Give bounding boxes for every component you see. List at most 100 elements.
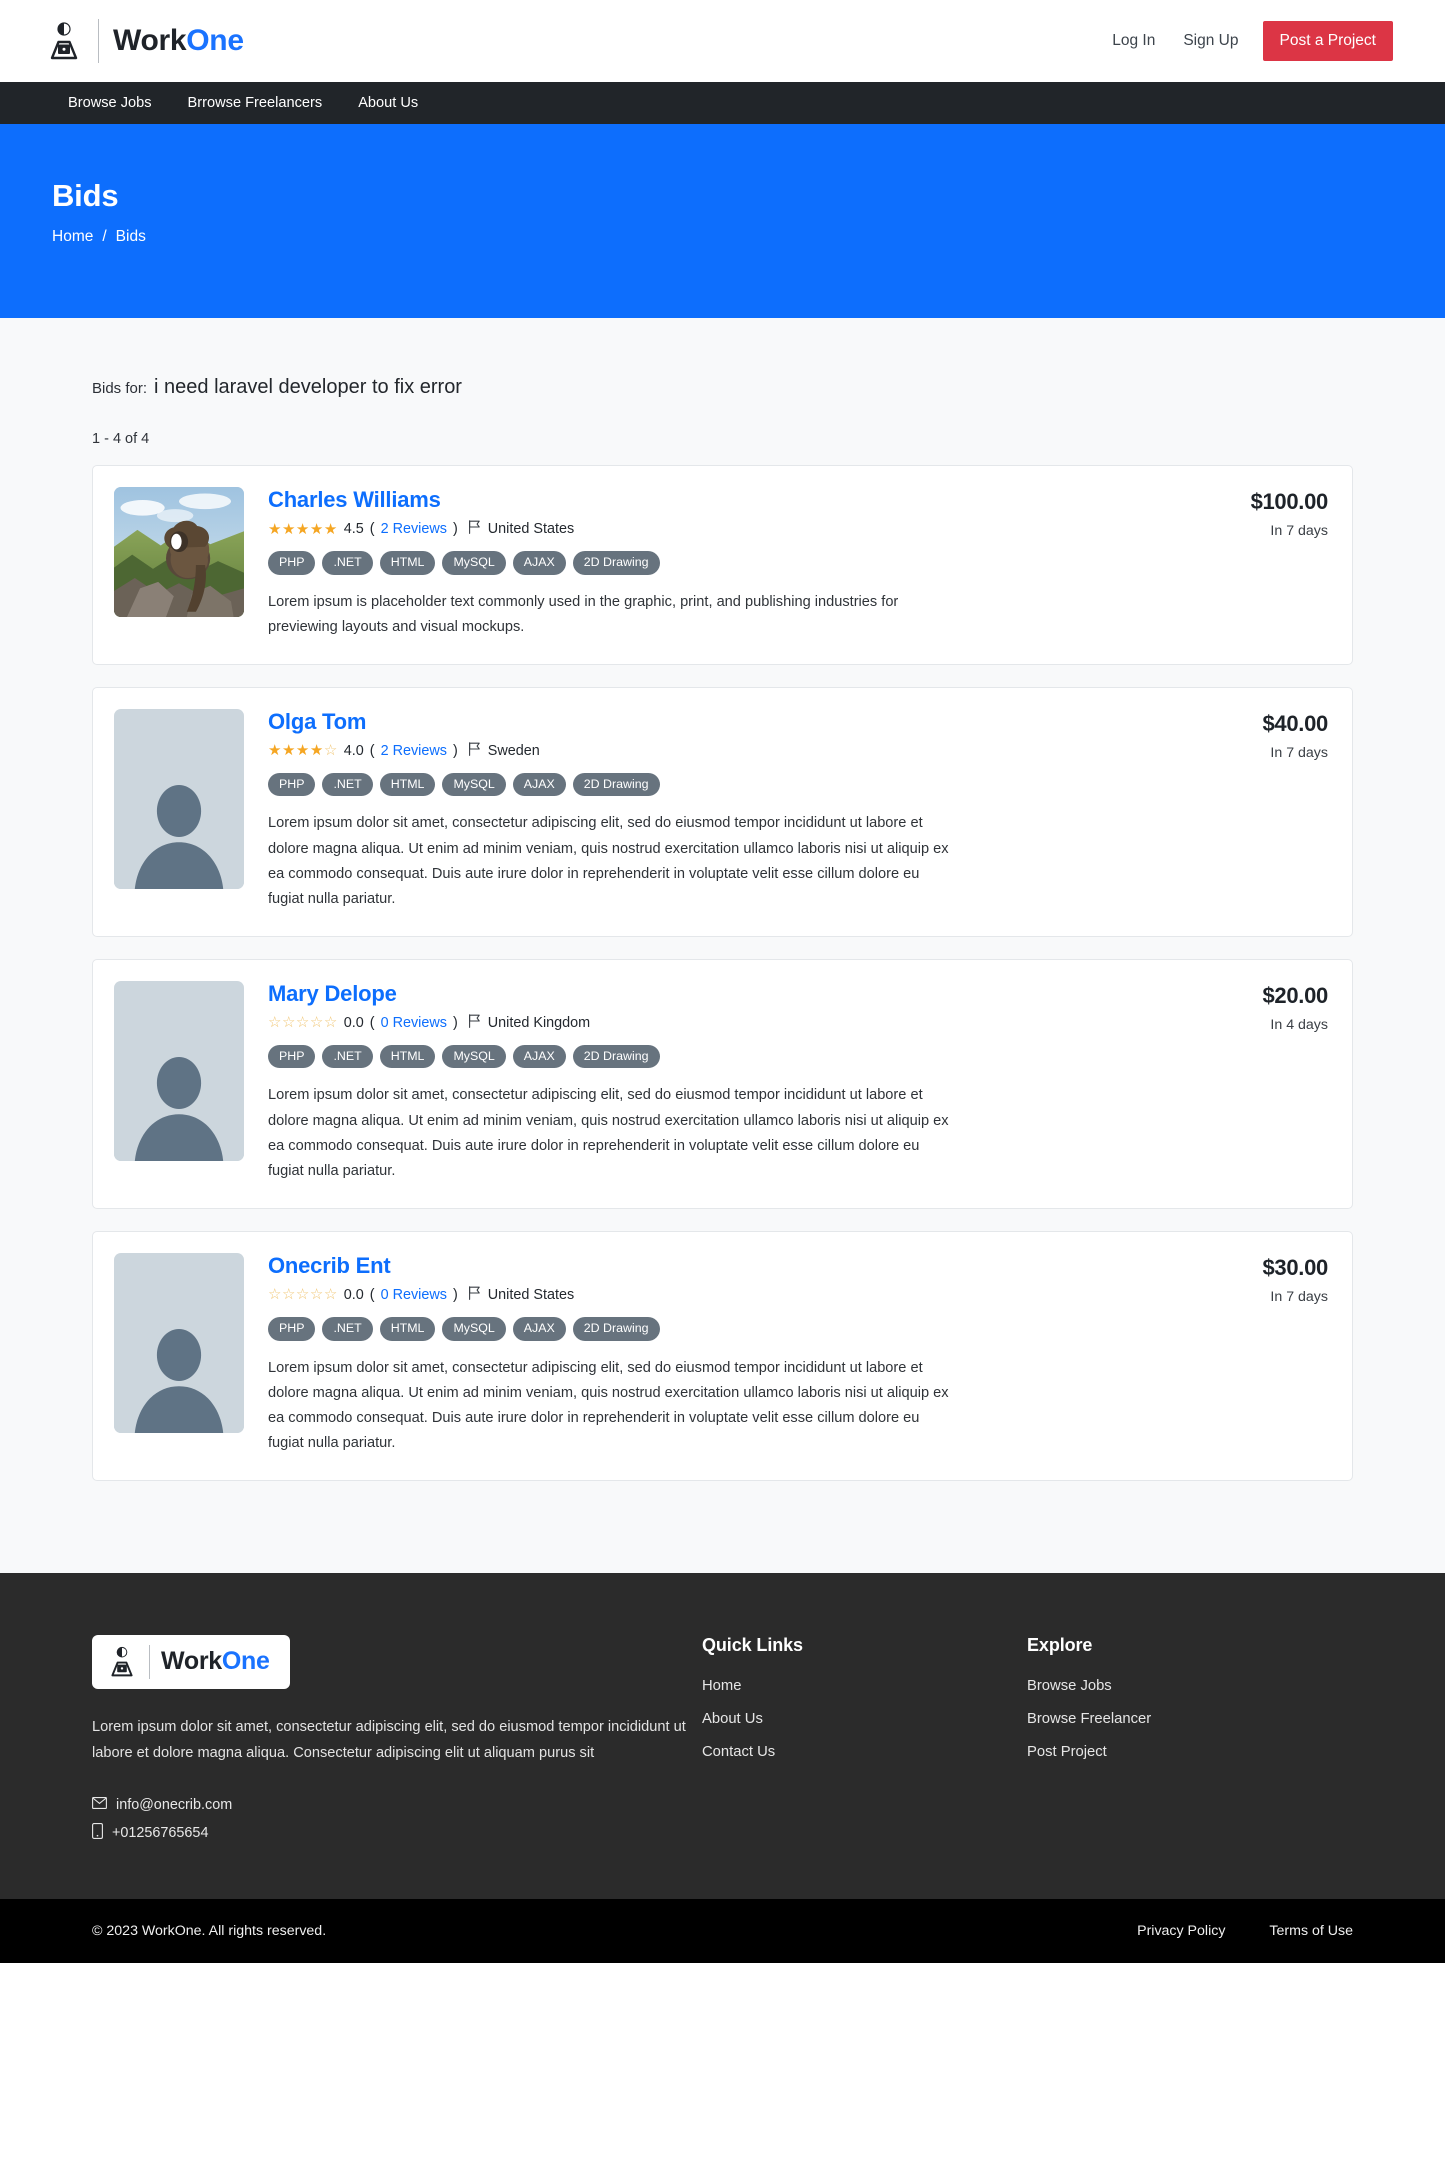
bid-delivery-time: In 7 days	[1270, 744, 1328, 761]
reviews-open-paren: (	[369, 1014, 375, 1031]
reviews-link[interactable]: 2 Reviews	[381, 743, 447, 759]
footer-email-line[interactable]: info@onecrib.com	[92, 1797, 702, 1813]
skill-tag[interactable]: MySQL	[442, 1044, 506, 1069]
skill-tag[interactable]: MySQL	[442, 772, 506, 797]
bid-price-block: $40.00 In 7 days	[1208, 709, 1329, 912]
skill-tag[interactable]: HTML	[379, 772, 436, 797]
flag-icon	[468, 1286, 481, 1304]
site-footer: WorkOne Lorem ipsum dolor sit amet, cons…	[0, 1572, 1445, 1899]
skill-tag[interactable]: .NET	[322, 1044, 373, 1069]
skill-tag[interactable]: 2D Drawing	[572, 1316, 660, 1341]
skill-tag[interactable]: PHP	[268, 772, 316, 797]
bid-card-body: Onecrib Ent ☆☆☆☆☆ 0.0 (0 Reviews) United…	[268, 1253, 1184, 1456]
footer-link-post-project[interactable]: Post Project	[1027, 1744, 1352, 1760]
skill-tag[interactable]: PHP	[268, 1316, 316, 1341]
bid-list: Charles Williams ★★★★★ 4.5 (2 Reviews) U…	[92, 465, 1353, 1481]
avatar-placeholder[interactable]	[114, 1252, 244, 1433]
skill-tag[interactable]: AJAX	[512, 551, 566, 575]
footer-heading-explore: Explore	[1027, 1634, 1093, 1655]
page-title: Bids	[52, 178, 119, 213]
reviews-close-paren: )	[452, 1286, 458, 1303]
bid-card-body: Olga Tom ★★★★☆ 4.0 (2 Reviews) Sweden PH…	[268, 709, 1184, 912]
rating-stars: ★★★★★	[268, 520, 338, 538]
rating-stars: ★★★★☆	[268, 742, 338, 760]
bid-card: Onecrib Ent ☆☆☆☆☆ 0.0 (0 Reviews) United…	[92, 1230, 1353, 1481]
footer-brand-column: WorkOne Lorem ipsum dolor sit amet, cons…	[92, 1634, 702, 1853]
avatar-placeholder[interactable]	[114, 708, 244, 889]
skill-tag[interactable]: PHP	[268, 1044, 316, 1069]
bid-description: Lorem ipsum dolor sit amet, consectetur …	[268, 1087, 949, 1179]
login-link[interactable]: Log In	[1098, 22, 1169, 60]
breadcrumb-home[interactable]: Home	[52, 228, 93, 246]
footer-link-browse-freelancer[interactable]: Browse Freelancer	[1027, 1711, 1352, 1727]
reviews-close-paren: )	[452, 1014, 458, 1031]
skill-tag[interactable]: MySQL	[442, 1316, 506, 1341]
bid-description: Lorem ipsum is placeholder text commonly…	[268, 593, 899, 635]
brand-text: WorkOne	[113, 26, 244, 56]
skill-tag[interactable]: 2D Drawing	[572, 551, 660, 575]
bid-amount: $30.00	[1262, 1254, 1329, 1280]
footer-link-about-us[interactable]: About Us	[702, 1711, 1027, 1727]
skill-tag-list: PHP .NET HTML MySQL AJAX 2D Drawing	[268, 1316, 1184, 1341]
freelancer-name-link[interactable]: Mary Delope	[268, 981, 397, 1007]
skill-tag[interactable]: MySQL	[442, 551, 506, 575]
footer-brand-text: WorkOne	[161, 1649, 270, 1674]
footer-brand-text-one: One	[221, 1647, 270, 1676]
brand-text-one: One	[186, 24, 244, 57]
reviews-link[interactable]: 0 Reviews	[381, 1015, 447, 1031]
avatar-placeholder[interactable]	[114, 980, 244, 1161]
brand-divider	[149, 1644, 150, 1679]
terms-of-use-link[interactable]: Terms of Use	[1269, 1923, 1353, 1939]
header-actions: Log In Sign Up Post a Project	[1098, 21, 1393, 61]
skill-tag[interactable]: AJAX	[512, 1044, 566, 1069]
bid-card: Mary Delope ☆☆☆☆☆ 0.0 (0 Reviews) United…	[92, 958, 1353, 1209]
signup-link[interactable]: Sign Up	[1169, 22, 1252, 60]
bid-card-body: Charles Williams ★★★★★ 4.5 (2 Reviews) U…	[268, 487, 1184, 640]
skill-tag[interactable]: .NET	[322, 772, 373, 797]
post-a-project-button[interactable]: Post a Project	[1262, 21, 1393, 61]
skill-tag[interactable]: .NET	[322, 1316, 373, 1341]
site-header: WorkOne Log In Sign Up Post a Project	[0, 0, 1445, 82]
bid-card-body: Mary Delope ☆☆☆☆☆ 0.0 (0 Reviews) United…	[268, 981, 1184, 1184]
bid-delivery-time: In 4 days	[1270, 1016, 1328, 1033]
freelancer-name-link[interactable]: Olga Tom	[268, 709, 366, 735]
freelancer-name-link[interactable]: Charles Williams	[268, 487, 441, 513]
skill-tag[interactable]: PHP	[268, 551, 316, 575]
skill-tag[interactable]: HTML	[379, 1044, 436, 1069]
bid-amount: $40.00	[1262, 710, 1329, 736]
page-banner: Bids Home / Bids	[0, 124, 1445, 318]
skill-tag[interactable]: .NET	[322, 551, 373, 575]
flag-icon	[468, 520, 481, 538]
skill-tag[interactable]: HTML	[379, 551, 436, 575]
nav-item-browse-freelancers[interactable]: Brrowse Freelancers	[170, 85, 341, 121]
footer-link-browse-jobs[interactable]: Browse Jobs	[1027, 1678, 1352, 1694]
person-laptop-icon	[106, 1645, 138, 1679]
brand-divider	[98, 19, 99, 63]
skill-tag[interactable]: 2D Drawing	[572, 772, 660, 797]
nav-item-about-us[interactable]: About Us	[340, 85, 436, 121]
skill-tag[interactable]: AJAX	[512, 1316, 566, 1341]
skill-tag[interactable]: HTML	[379, 1316, 436, 1341]
footer-link-home[interactable]: Home	[702, 1678, 1027, 1694]
footer-phone-line[interactable]: +01256765654	[92, 1822, 702, 1843]
brand-logo[interactable]: WorkOne	[44, 19, 244, 63]
nav-item-browse-jobs[interactable]: Browse Jobs	[44, 85, 170, 121]
footer-logo[interactable]: WorkOne	[92, 1634, 290, 1689]
bid-delivery-time: In 7 days	[1270, 523, 1328, 539]
bid-amount: $20.00	[1262, 982, 1329, 1008]
main-navbar: Browse Jobs Brrowse Freelancers About Us	[0, 82, 1445, 124]
skill-tag[interactable]: AJAX	[512, 772, 566, 797]
privacy-policy-link[interactable]: Privacy Policy	[1137, 1923, 1225, 1939]
reviews-open-paren: (	[369, 1286, 375, 1303]
skill-tag[interactable]: 2D Drawing	[572, 1044, 660, 1069]
footer-link-contact-us[interactable]: Contact Us	[702, 1744, 1027, 1760]
person-laptop-icon	[44, 20, 84, 62]
avatar-photo[interactable]	[114, 487, 244, 617]
bid-price-block: $100.00 In 7 days	[1208, 487, 1329, 640]
rating-value: 4.5	[343, 521, 364, 537]
brand-text-work: Work	[113, 24, 187, 57]
freelancer-name-link[interactable]: Onecrib Ent	[268, 1253, 391, 1279]
reviews-link[interactable]: 2 Reviews	[381, 521, 447, 537]
reviews-link[interactable]: 0 Reviews	[381, 1287, 447, 1303]
rating-value: 0.0	[343, 1014, 364, 1031]
